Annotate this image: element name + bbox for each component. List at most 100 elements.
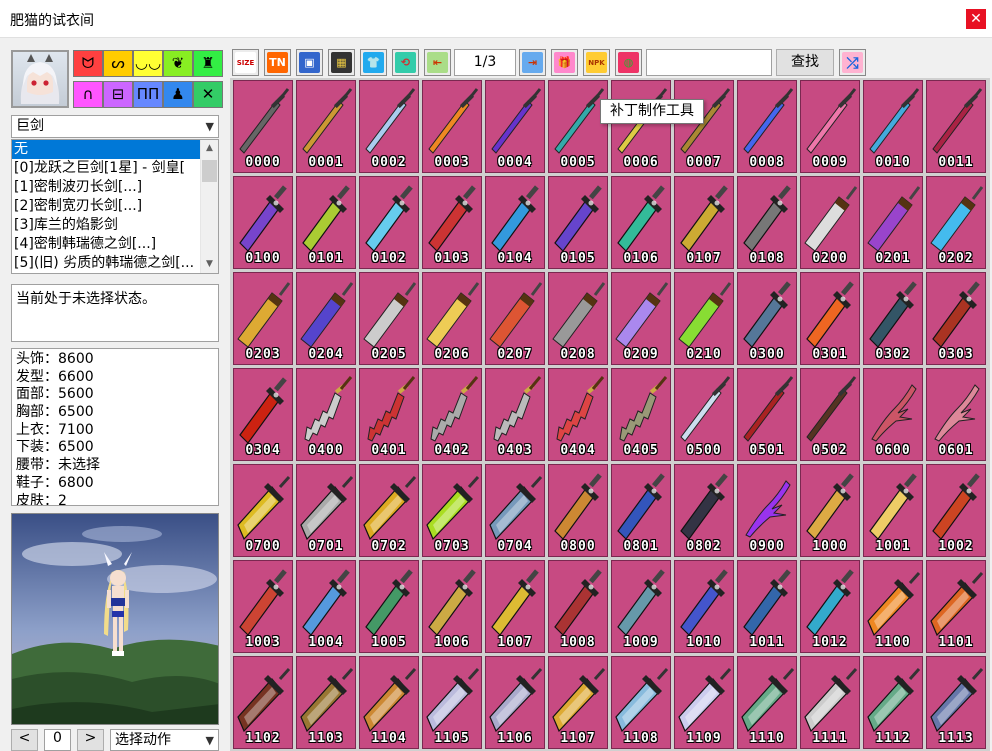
grid-item[interactable]: 0900 — [737, 464, 797, 557]
grid-item[interactable]: 0204 — [296, 272, 356, 365]
grid-item[interactable]: 0303 — [926, 272, 986, 365]
list-item[interactable]: [0]龙跃之巨剑[1星] - 剑皇[ — [12, 159, 200, 178]
size-tool-button[interactable]: SIZE — [232, 49, 259, 76]
npk-tool-button[interactable]: NPK — [583, 49, 610, 76]
list-item[interactable]: [3]库兰的焰影剑 — [12, 216, 200, 235]
grid-item[interactable]: 0500 — [674, 368, 734, 461]
grid-item[interactable]: 0703 — [422, 464, 482, 557]
slot-button[interactable]: ΠΠ — [133, 81, 163, 108]
grid-item[interactable]: 0106 — [611, 176, 671, 269]
grid-item[interactable]: 0205 — [359, 272, 419, 365]
grid-item[interactable]: 0401 — [359, 368, 419, 461]
grid-item[interactable]: 0100 — [233, 176, 293, 269]
grid-item[interactable]: 0201 — [863, 176, 923, 269]
grid-item[interactable]: 1003 — [233, 560, 293, 653]
grid-item[interactable]: 1012 — [800, 560, 860, 653]
grid-item[interactable]: 0208 — [548, 272, 608, 365]
grid-item[interactable]: 0501 — [737, 368, 797, 461]
slot-button[interactable]: ♜ — [193, 50, 223, 77]
grid-item[interactable]: 0207 — [485, 272, 545, 365]
grid-item[interactable]: 0700 — [233, 464, 293, 557]
frame-tool-button[interactable]: ▣ — [296, 49, 323, 76]
grid-item[interactable]: 0010 — [863, 80, 923, 173]
grid-item[interactable]: 1001 — [863, 464, 923, 557]
grid-item[interactable]: 1111 — [800, 656, 860, 749]
grid-item[interactable]: 1109 — [674, 656, 734, 749]
grid-item[interactable]: 0103 — [422, 176, 482, 269]
grid-item[interactable]: 1110 — [737, 656, 797, 749]
export-tool-button[interactable]: ⇥ — [519, 49, 546, 76]
grid-item[interactable]: 0108 — [737, 176, 797, 269]
grid-item[interactable]: 0202 — [926, 176, 986, 269]
grid-item[interactable]: 1108 — [611, 656, 671, 749]
grid-item[interactable]: 0404 — [548, 368, 608, 461]
grid-item[interactable]: 1005 — [359, 560, 419, 653]
grid-item[interactable]: 0101 — [296, 176, 356, 269]
grid-item[interactable]: 1006 — [422, 560, 482, 653]
grid-item[interactable]: 0403 — [485, 368, 545, 461]
slot-button[interactable]: ᔕ — [103, 50, 133, 77]
list-item[interactable]: [6]光之巨剑[...] — [12, 273, 200, 274]
slot-button[interactable]: ∩ — [73, 81, 103, 108]
grid-item[interactable]: 0003 — [422, 80, 482, 173]
grid-item[interactable]: 0304 — [233, 368, 293, 461]
grid-item[interactable]: 0104 — [485, 176, 545, 269]
grid-item[interactable]: 0701 — [296, 464, 356, 557]
slot-button[interactable]: ❦ — [163, 50, 193, 77]
search-input[interactable] — [646, 49, 772, 76]
grid-item[interactable]: 0008 — [737, 80, 797, 173]
shuffle-button[interactable]: ⤮ — [839, 49, 866, 76]
grid-item[interactable]: 0005 — [548, 80, 608, 173]
grid-item[interactable]: 1010 — [674, 560, 734, 653]
globe-tool-button[interactable]: ◍ — [615, 49, 642, 76]
grid-item[interactable]: 0206 — [422, 272, 482, 365]
grid-item[interactable]: 1100 — [863, 560, 923, 653]
grid-item[interactable]: 0000 — [233, 80, 293, 173]
gift-tool-button[interactable]: 🎁 — [551, 49, 578, 76]
category-select[interactable]: 巨剑 ▼ — [11, 115, 219, 138]
grid-item[interactable]: 1103 — [296, 656, 356, 749]
grid-item[interactable]: 0300 — [737, 272, 797, 365]
grid-item[interactable]: 1004 — [296, 560, 356, 653]
list-item[interactable]: [2]密制宽刃长剑[...] — [12, 197, 200, 216]
refresh-tool-button[interactable]: ⟲ — [392, 49, 419, 76]
list-item[interactable]: [4]密制韩瑞德之剑[...] — [12, 235, 200, 254]
slot-button[interactable]: ◡◡ — [133, 50, 163, 77]
grid-item[interactable]: 1000 — [800, 464, 860, 557]
grid-item[interactable]: 0301 — [800, 272, 860, 365]
grid-item[interactable]: 1104 — [359, 656, 419, 749]
grid-item[interactable]: 0704 — [485, 464, 545, 557]
next-frame-button[interactable]: > — [77, 729, 104, 751]
grid-item[interactable]: 0405 — [611, 368, 671, 461]
list-item[interactable]: 无 — [12, 140, 200, 159]
slot-button[interactable]: ⊟ — [103, 81, 133, 108]
grid-item[interactable]: 0004 — [485, 80, 545, 173]
grid-item[interactable]: 0105 — [548, 176, 608, 269]
slot-button[interactable]: ✕ — [193, 81, 223, 108]
grid-item[interactable]: 1002 — [926, 464, 986, 557]
grid-item[interactable]: 0006 — [611, 80, 671, 173]
grid-item[interactable]: 1009 — [611, 560, 671, 653]
slot-button[interactable]: ♟ — [163, 81, 193, 108]
grid-item[interactable]: 1112 — [863, 656, 923, 749]
grid-item[interactable]: 0209 — [611, 272, 671, 365]
shirt-tool-button[interactable]: 👕 — [360, 49, 387, 76]
frame-number-field[interactable]: 0 — [44, 729, 71, 751]
grid-item[interactable]: 0402 — [422, 368, 482, 461]
import-tool-button[interactable]: ⇤ — [424, 49, 451, 76]
avatar[interactable] — [11, 50, 69, 108]
grid-item[interactable]: 0107 — [674, 176, 734, 269]
grid-item[interactable]: 0600 — [863, 368, 923, 461]
grid-item[interactable]: 1107 — [548, 656, 608, 749]
list-item[interactable]: [1]密制波刃长剑[...] — [12, 178, 200, 197]
action-select[interactable]: 选择动作 ▼ — [110, 729, 219, 751]
slot-button[interactable]: ᗢ — [73, 50, 103, 77]
scroll-down-icon[interactable]: ▼ — [201, 256, 218, 273]
grid-item[interactable]: 1105 — [422, 656, 482, 749]
grid-item[interactable]: 0400 — [296, 368, 356, 461]
grid-item[interactable]: 1101 — [926, 560, 986, 653]
grid-item[interactable]: 0009 — [800, 80, 860, 173]
grid-item[interactable]: 1113 — [926, 656, 986, 749]
grid-item[interactable]: 0502 — [800, 368, 860, 461]
prev-frame-button[interactable]: < — [11, 729, 38, 751]
